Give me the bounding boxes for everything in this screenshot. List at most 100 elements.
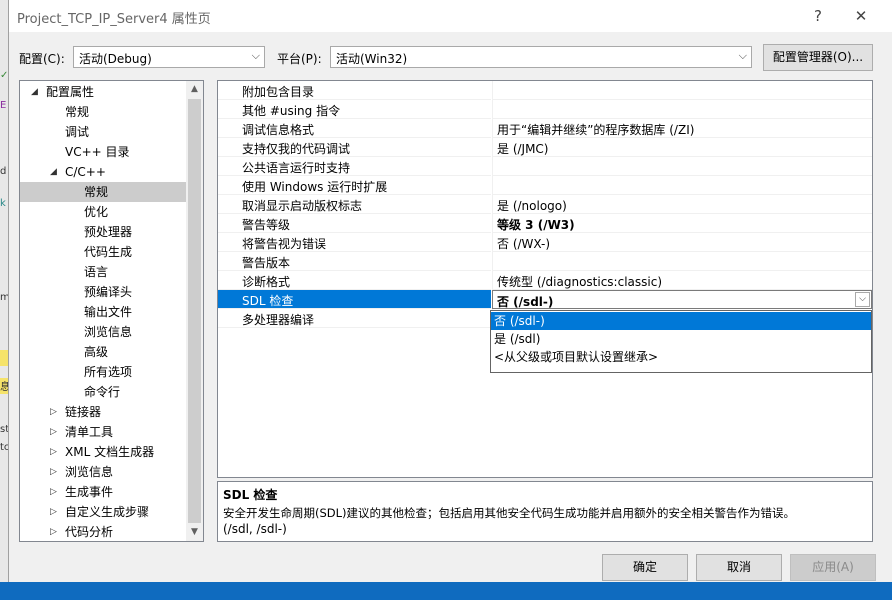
- platform-combobox[interactable]: 活动(Win32) ⌵: [330, 46, 752, 68]
- window-title: Project_TCP_IP_Server4 属性页: [17, 12, 211, 27]
- help-button[interactable]: ?: [804, 3, 832, 29]
- tree-item[interactable]: ◢ C/C++: [20, 162, 186, 182]
- property-value-cell[interactable]: [492, 176, 872, 195]
- expanded-arrow-icon[interactable]: ◢: [50, 162, 57, 182]
- property-name-cell[interactable]: 将警告视为错误: [218, 233, 491, 252]
- tree-item-label: 配置属性: [46, 85, 95, 99]
- property-row[interactable]: SDL 检查 否 (/sdl-) ⌵: [218, 290, 872, 309]
- property-row[interactable]: 支持仅我的代码调试 是 (/JMC): [218, 138, 872, 157]
- collapsed-arrow-icon[interactable]: ▷: [50, 462, 57, 482]
- collapsed-arrow-icon[interactable]: ▷: [50, 402, 57, 422]
- collapsed-arrow-icon[interactable]: ▷: [50, 502, 57, 522]
- property-value-cell[interactable]: 否 (/WX-): [492, 233, 872, 252]
- dropdown-option[interactable]: <从父级或项目默认设置继承>: [491, 348, 871, 366]
- property-tree[interactable]: ◢ 配置属性 常规 调试 VC++ 目录 ◢ C/C++ 常规 优化 预处理器 代码生成 语言 预编译头…: [19, 80, 204, 542]
- property-row[interactable]: 将警告视为错误 否 (/WX-): [218, 233, 872, 252]
- collapsed-arrow-icon[interactable]: ▷: [50, 422, 57, 442]
- property-name-cell[interactable]: SDL 检查: [218, 290, 491, 309]
- tree-item[interactable]: ▷ 代码分析: [20, 522, 186, 541]
- tree-item-label: 所有选项: [84, 365, 133, 379]
- property-row[interactable]: 使用 Windows 运行时扩展: [218, 176, 872, 195]
- tree-item[interactable]: 常规: [20, 182, 186, 202]
- description-title: SDL 检查: [223, 488, 278, 502]
- tree-item[interactable]: ▷ 清单工具: [20, 422, 186, 442]
- config-label: 配置(C):: [19, 52, 65, 66]
- tree-item-label: 语言: [84, 265, 109, 279]
- property-value-cell[interactable]: [492, 100, 872, 119]
- dropdown-option[interactable]: 是 (/sdl): [491, 330, 871, 348]
- property-value-cell[interactable]: [492, 252, 872, 271]
- collapsed-arrow-icon[interactable]: ▷: [50, 442, 57, 462]
- property-name-cell[interactable]: 使用 Windows 运行时扩展: [218, 176, 491, 195]
- property-value-cell[interactable]: [492, 81, 872, 100]
- property-name-cell[interactable]: 其他 #using 指令: [218, 100, 491, 119]
- collapsed-arrow-icon[interactable]: ▷: [50, 522, 57, 541]
- config-manager-button[interactable]: 配置管理器(O)...: [763, 44, 873, 71]
- property-value-cell[interactable]: 传统型 (/diagnostics:classic): [492, 271, 872, 290]
- property-value-cell[interactable]: 用于“编辑并继续”的程序数据库 (/ZI): [492, 119, 872, 138]
- tree-item-label: 常规: [84, 185, 109, 199]
- property-row[interactable]: 警告等级 等级 3 (/W3): [218, 214, 872, 233]
- expanded-arrow-icon[interactable]: ◢: [31, 82, 38, 102]
- property-name-cell[interactable]: 诊断格式: [218, 271, 491, 290]
- tree-item-label: 常规: [65, 105, 90, 119]
- property-value: 等级 3 (/W3): [497, 218, 575, 232]
- property-row[interactable]: 诊断格式 传统型 (/diagnostics:classic): [218, 271, 872, 290]
- property-row[interactable]: 取消显示启动版权标志 是 (/nologo): [218, 195, 872, 214]
- scroll-up-icon[interactable]: ▲: [186, 81, 203, 98]
- tree-item-label: 清单工具: [65, 425, 114, 439]
- property-value-cell[interactable]: 否 (/sdl-) ⌵: [492, 290, 872, 309]
- tree-item[interactable]: 输出文件: [20, 302, 186, 322]
- tree-item[interactable]: 所有选项: [20, 362, 186, 382]
- config-combobox[interactable]: 活动(Debug) ⌵: [73, 46, 265, 68]
- close-icon: ✕: [854, 7, 868, 25]
- property-value-cell[interactable]: 是 (/nologo): [492, 195, 872, 214]
- tree-item[interactable]: ◢ 配置属性: [20, 82, 186, 102]
- tree-item[interactable]: 浏览信息: [20, 322, 186, 342]
- sdl-dropdown-list: 否 (/sdl-) 是 (/sdl) <从父级或项目默认设置继承>: [490, 310, 872, 373]
- scroll-down-icon[interactable]: ▼: [186, 524, 203, 541]
- tree-item[interactable]: 语言: [20, 262, 186, 282]
- property-value-cell[interactable]: 等级 3 (/W3): [492, 214, 872, 233]
- property-row[interactable]: 警告版本: [218, 252, 872, 271]
- tree-item[interactable]: ▷ XML 文档生成器: [20, 442, 186, 462]
- tree-item[interactable]: ▷ 浏览信息: [20, 462, 186, 482]
- property-name-cell[interactable]: 附加包含目录: [218, 81, 491, 100]
- tree-item[interactable]: ▷ 生成事件: [20, 482, 186, 502]
- property-name-cell[interactable]: 警告版本: [218, 252, 491, 271]
- close-button[interactable]: ✕: [847, 3, 875, 29]
- tree-item[interactable]: 常规: [20, 102, 186, 122]
- cancel-button[interactable]: 取消: [696, 554, 782, 581]
- tree-item[interactable]: 命令行: [20, 382, 186, 402]
- tree-item[interactable]: ▷ 自定义生成步骤: [20, 502, 186, 522]
- property-value-cell[interactable]: 是 (/JMC): [492, 138, 872, 157]
- tree-item[interactable]: 代码生成: [20, 242, 186, 262]
- tree-scrollbar[interactable]: ▲ ▼: [186, 81, 203, 541]
- chevron-down-icon[interactable]: ⌵: [855, 292, 870, 307]
- property-name-cell[interactable]: 调试信息格式: [218, 119, 491, 138]
- property-row[interactable]: 公共语言运行时支持: [218, 157, 872, 176]
- collapsed-arrow-icon[interactable]: ▷: [50, 482, 57, 502]
- property-row[interactable]: 其他 #using 指令: [218, 100, 872, 119]
- property-name-cell[interactable]: 公共语言运行时支持: [218, 157, 491, 176]
- tree-item[interactable]: 调试: [20, 122, 186, 142]
- property-name-cell[interactable]: 多处理器编译: [218, 309, 491, 328]
- tree-item[interactable]: 预处理器: [20, 222, 186, 242]
- tree-item[interactable]: 高级: [20, 342, 186, 362]
- tree-item[interactable]: VC++ 目录: [20, 142, 186, 162]
- tree-item[interactable]: 优化: [20, 202, 186, 222]
- background-editor-strip: ✓ E d k m 息 st tc: [0, 0, 8, 600]
- tree-item[interactable]: 预编译头: [20, 282, 186, 302]
- property-row[interactable]: 附加包含目录: [218, 81, 872, 100]
- property-name-cell[interactable]: 警告等级: [218, 214, 491, 233]
- property-row[interactable]: 调试信息格式 用于“编辑并继续”的程序数据库 (/ZI): [218, 119, 872, 138]
- property-value-cell[interactable]: [492, 157, 872, 176]
- scroll-thumb[interactable]: [188, 99, 201, 523]
- property-name-cell[interactable]: 支持仅我的代码调试: [218, 138, 491, 157]
- tree-item[interactable]: ▷ 链接器: [20, 402, 186, 422]
- ok-label: 确定: [632, 560, 657, 574]
- ok-button[interactable]: 确定: [602, 554, 688, 581]
- property-name-cell[interactable]: 取消显示启动版权标志: [218, 195, 491, 214]
- dropdown-option[interactable]: 否 (/sdl-): [491, 312, 871, 330]
- apply-button[interactable]: 应用(A): [790, 554, 876, 581]
